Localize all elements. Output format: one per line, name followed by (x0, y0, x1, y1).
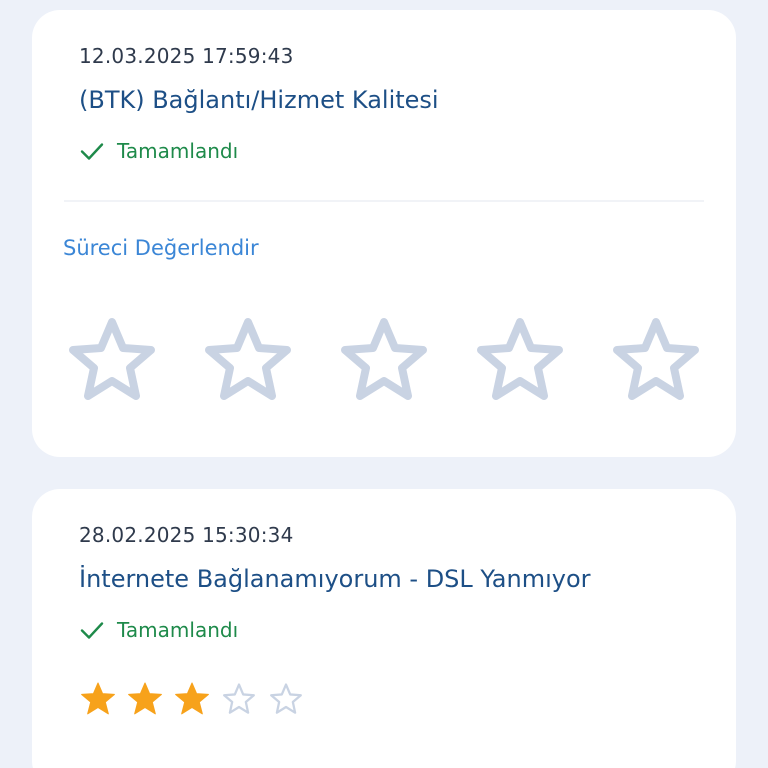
request-card[interactable]: 12.03.2025 17:59:43 (BTK) Bağlantı/Hizme… (32, 10, 736, 457)
status-text: Tamamlandı (117, 139, 239, 163)
rating-display (79, 680, 314, 718)
status-text: Tamamlandı (117, 618, 239, 642)
star-icon (341, 318, 427, 400)
star-filled-icon (128, 682, 162, 715)
star-empty-icon (223, 683, 255, 714)
star-icon (477, 318, 563, 400)
rate-process-label: Süreci Değerlendir (63, 236, 259, 260)
request-date: 12.03.2025 17:59:43 (79, 44, 294, 68)
rating-star-2[interactable] (198, 310, 298, 410)
check-icon (80, 143, 104, 160)
status-badge: Tamamlandı (79, 617, 238, 643)
check-icon (80, 622, 104, 639)
rating-star-4[interactable] (470, 310, 570, 410)
star-icon (69, 318, 155, 400)
rating-input[interactable] (62, 310, 706, 410)
star-icon (205, 318, 291, 400)
star-filled-icon (81, 682, 115, 715)
star-filled-icon (175, 682, 209, 715)
rating-star-3[interactable] (334, 310, 434, 410)
request-title: İnternete Bağlanamıyorum - DSL Yanmıyor (79, 565, 591, 593)
service-requests-screen: 12.03.2025 17:59:43 (BTK) Bağlantı/Hizme… (0, 0, 768, 768)
rating-star-5[interactable] (606, 310, 706, 410)
request-date: 28.02.2025 15:30:34 (79, 523, 294, 547)
request-title: (BTK) Bağlantı/Hizmet Kalitesi (79, 86, 439, 114)
status-badge: Tamamlandı (79, 138, 238, 164)
star-empty-icon (270, 683, 302, 714)
divider (64, 200, 704, 202)
rating-star-1[interactable] (62, 310, 162, 410)
star-icon (613, 318, 699, 400)
request-card[interactable]: 28.02.2025 15:30:34 İnternete Bağlanamıy… (32, 489, 736, 768)
